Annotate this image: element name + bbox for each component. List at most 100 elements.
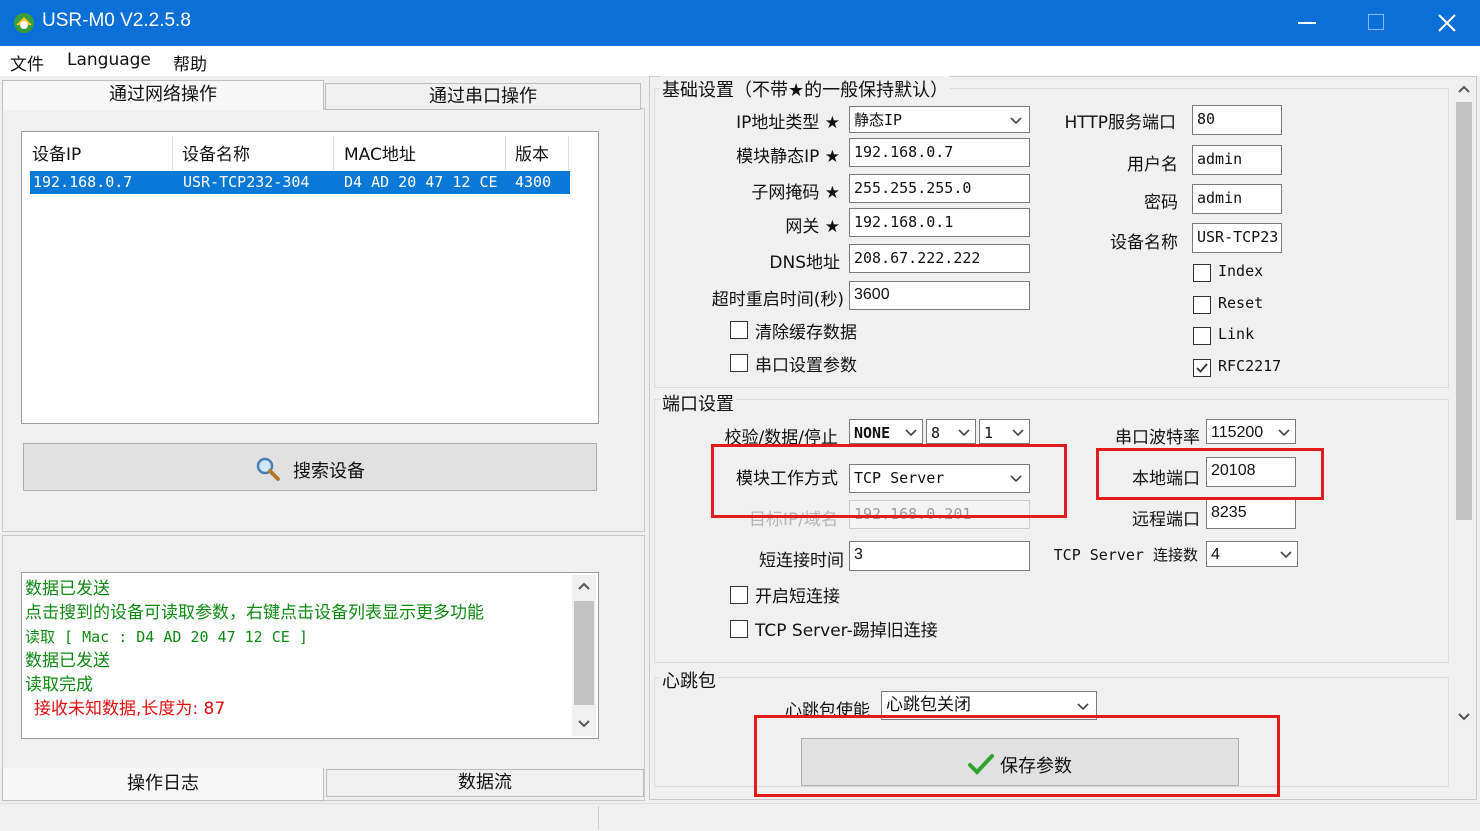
settings-scrollbar[interactable] — [1453, 78, 1475, 730]
reset-checkbox[interactable] — [1193, 296, 1211, 314]
timeout-input[interactable]: 3600 — [849, 281, 1030, 310]
status-bar — [0, 803, 1480, 831]
rfc2217-checkbox[interactable] — [1193, 359, 1211, 377]
highlight-local-port — [1096, 448, 1324, 500]
log-line: 点击搜到的设备可读取参数，右键点击设备列表显示更多功能 — [25, 603, 484, 623]
clear-cache-checkbox[interactable] — [730, 321, 748, 339]
dns-input[interactable]: 208.67.222.222 — [849, 244, 1030, 273]
http-port-input[interactable]: 80 — [1192, 105, 1282, 135]
tab-network[interactable]: 通过网络操作 — [2, 80, 324, 110]
scroll-down-icon[interactable] — [1457, 712, 1471, 722]
close-icon[interactable] — [1438, 14, 1456, 32]
parity-select[interactable]: NONE — [849, 419, 923, 444]
row-mac: D4 AD 20 47 12 CE — [344, 173, 498, 191]
chevron-down-icon — [905, 429, 917, 437]
col-header-ip: 设备IP — [32, 145, 82, 165]
gateway-label: 网关 ★ — [785, 217, 840, 237]
row-version: 4300 — [515, 173, 552, 191]
table-row[interactable]: 192.168.0.7 USR-TCP232-304 D4 AD 20 47 1… — [30, 171, 570, 194]
tab-serial[interactable]: 通过串口操作 — [325, 83, 641, 110]
minimize-icon[interactable] — [1298, 22, 1316, 24]
rfc2217-label: RFC2217 — [1218, 357, 1282, 375]
link-checkbox[interactable] — [1193, 327, 1211, 345]
baud-select[interactable]: 115200 — [1206, 419, 1296, 444]
log-line: 数据已发送 — [25, 579, 110, 599]
highlight-work-mode — [711, 444, 1067, 518]
clear-cache-label: 清除缓存数据 — [755, 323, 857, 343]
menu-help[interactable]: 帮助 — [173, 50, 207, 75]
col-header-name: 设备名称 — [182, 145, 250, 165]
gateway-input[interactable]: 192.168.0.1 — [849, 208, 1030, 237]
log-scrollbar[interactable] — [572, 575, 596, 736]
search-device-button[interactable]: 搜索设备 — [23, 443, 597, 491]
log-line: 数据已发送 — [25, 651, 110, 671]
menu-file[interactable]: 文件 — [10, 50, 44, 75]
device-name-input[interactable]: USR-TCP23 — [1192, 223, 1282, 253]
window-title: USR-M0 V2.2.5.8 — [42, 10, 191, 31]
chevron-down-icon — [1278, 429, 1290, 437]
scroll-down-icon[interactable] — [577, 719, 591, 729]
username-input[interactable]: admin — [1192, 145, 1282, 175]
stopbits-select[interactable]: 1 — [979, 419, 1030, 444]
log-scroll-thumb[interactable] — [574, 601, 594, 705]
search-icon — [256, 457, 280, 481]
ip-type-label: IP地址类型 ★ — [736, 113, 840, 133]
reset-label: Reset — [1218, 294, 1264, 312]
subnet-mask-label: 子网掩码 ★ — [751, 183, 840, 203]
remote-port-label: 远程端口 — [1132, 510, 1200, 530]
timeout-label: 超时重启时间(秒) — [711, 290, 844, 310]
chevron-down-icon — [1280, 551, 1292, 559]
kick-old-conn-checkbox[interactable] — [730, 620, 748, 638]
password-label: 密码 — [1144, 193, 1178, 213]
static-ip-label: 模块静态IP ★ — [736, 147, 840, 167]
http-port-label: HTTP服务端口 — [1064, 113, 1176, 133]
chevron-down-icon — [1012, 429, 1024, 437]
remote-port-input[interactable]: 8235 — [1206, 499, 1296, 529]
log-line: 读取 [ Mac : D4 AD 20 47 12 CE ] — [25, 628, 308, 646]
log-output[interactable]: 数据已发送 点击搜到的设备可读取参数，右键点击设备列表显示更多功能 读取 [ M… — [21, 572, 599, 739]
index-checkbox[interactable] — [1193, 264, 1211, 282]
enable-short-conn-checkbox[interactable] — [730, 586, 748, 604]
chevron-down-icon — [1010, 117, 1022, 125]
tab-dataflow[interactable]: 数据流 — [326, 769, 644, 797]
serial-params-label: 串口设置参数 — [755, 356, 857, 376]
chevron-down-icon — [1077, 703, 1089, 711]
maximize-icon[interactable] — [1368, 14, 1384, 30]
device-list[interactable]: 设备IP 设备名称 MAC地址 版本 192.168.0.7 USR-TCP23… — [21, 131, 599, 424]
tab-log[interactable]: 操作日志 — [2, 768, 324, 801]
password-input[interactable]: admin — [1192, 184, 1282, 214]
dns-label: DNS地址 — [769, 253, 840, 273]
device-name-label: 设备名称 — [1110, 233, 1178, 253]
scroll-up-icon[interactable] — [577, 581, 591, 591]
search-button-label: 搜索设备 — [293, 461, 365, 482]
row-name: USR-TCP232-304 — [183, 173, 310, 191]
baud-label: 串口波特率 — [1115, 428, 1200, 448]
basic-group-title: 基础设置（不带★的一般保持默认） — [660, 76, 951, 102]
ip-type-select[interactable]: 静态IP — [849, 106, 1030, 133]
username-label: 用户名 — [1127, 155, 1178, 175]
subnet-mask-input[interactable]: 255.255.255.0 — [849, 174, 1030, 203]
tcp-conn-count-select[interactable]: 4 — [1206, 541, 1298, 567]
static-ip-input[interactable]: 192.168.0.7 — [849, 138, 1030, 167]
menu-bar: 文件 Language 帮助 — [0, 46, 1480, 76]
short-conn-time-label: 短连接时间 — [759, 551, 844, 571]
index-label: Index — [1218, 262, 1264, 280]
col-header-mac: MAC地址 — [344, 145, 416, 165]
title-bar: USR-M0 V2.2.5.8 — [0, 0, 1480, 46]
row-ip: 192.168.0.7 — [33, 173, 133, 191]
menu-language[interactable]: Language — [67, 50, 151, 70]
serial-params-checkbox[interactable] — [730, 354, 748, 372]
databits-select[interactable]: 8 — [926, 419, 976, 444]
port-group-title: 端口设置 — [660, 390, 736, 416]
scroll-up-icon[interactable] — [1457, 84, 1471, 94]
heartbeat-group-title: 心跳包 — [660, 667, 718, 693]
chevron-down-icon — [958, 429, 970, 437]
col-header-version: 版本 — [515, 145, 549, 165]
checkmark-icon — [1196, 363, 1208, 373]
tcp-conn-count-label: TCP Server 连接数 — [1053, 546, 1198, 564]
link-label: Link — [1218, 325, 1255, 343]
short-conn-time-input[interactable]: 3 — [849, 541, 1030, 571]
log-error: 接收未知数据,长度为: 87 — [34, 699, 226, 719]
settings-scroll-thumb[interactable] — [1456, 102, 1472, 520]
enable-short-conn-label: 开启短连接 — [755, 587, 840, 607]
